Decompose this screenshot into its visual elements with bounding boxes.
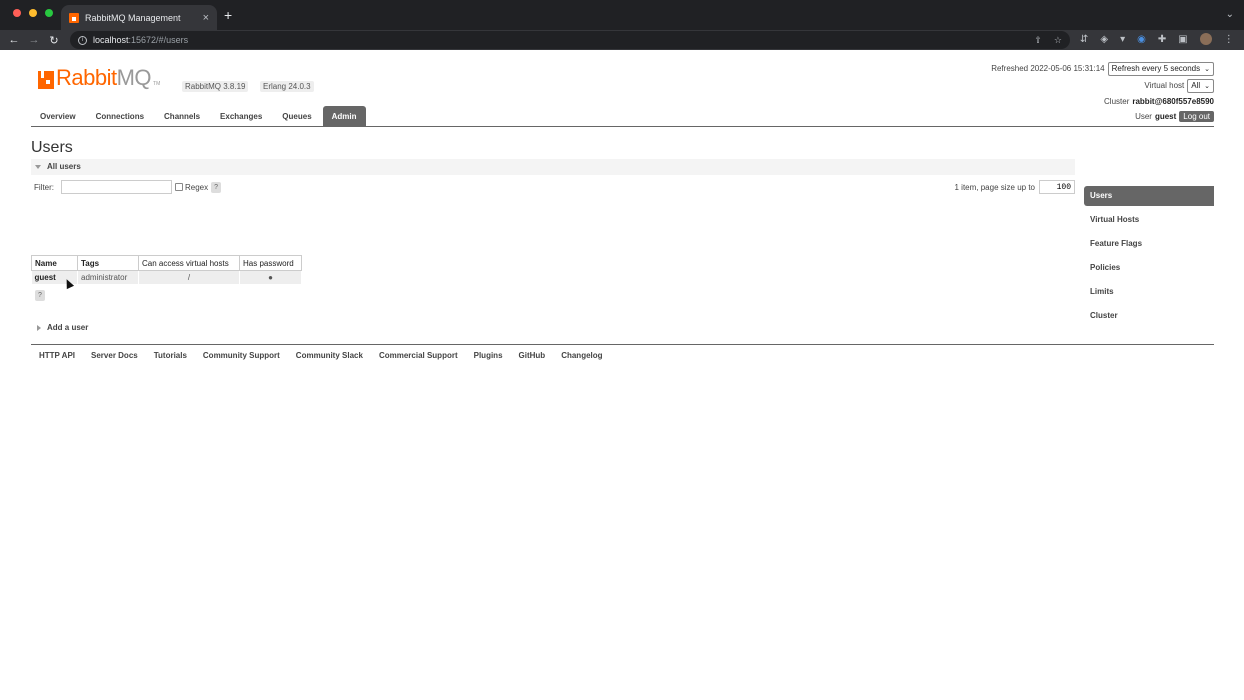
table-help-button[interactable]: ? — [35, 290, 45, 301]
section-title: All users — [47, 162, 81, 171]
forward-arrow-icon[interactable]: → — [24, 34, 44, 46]
add-user-section-toggle[interactable]: Add a user — [37, 323, 88, 332]
erlang-version-badge: Erlang 24.0.3 — [260, 81, 314, 92]
tab-connections[interactable]: Connections — [87, 106, 153, 127]
regex-label: Regex — [185, 182, 209, 192]
logo-mq-text: MQ — [116, 65, 152, 90]
footer-link-commercial-support[interactable]: Commercial Support — [379, 351, 458, 360]
triangle-down-icon — [35, 164, 41, 169]
shield-extension-icon[interactable]: ▾ — [1120, 34, 1125, 45]
translate-extension-icon[interactable]: ⇵ — [1080, 34, 1088, 45]
bookmark-star-icon[interactable]: ☆ — [1054, 35, 1062, 46]
minimize-window-button[interactable] — [29, 9, 37, 17]
tab-strip: RabbitMQ Management × + ⌄ — [0, 0, 1244, 30]
tab-search-chevron-icon[interactable]: ⌄ — [1226, 9, 1234, 20]
close-window-button[interactable] — [13, 9, 21, 17]
url-path: :15672/#/users — [128, 35, 189, 45]
maximize-window-button[interactable] — [45, 9, 53, 17]
footer-link-github[interactable]: GitHub — [519, 351, 546, 360]
tab-close-icon[interactable]: × — [203, 12, 209, 24]
share-icon[interactable]: ⇪ — [1034, 35, 1042, 46]
footer-link-http-api[interactable]: HTTP API — [39, 351, 75, 360]
rabbitmq-version-badge: RabbitMQ 3.8.19 — [182, 81, 249, 92]
user-has-password: ● — [239, 270, 302, 284]
footer-link-community-slack[interactable]: Community Slack — [296, 351, 363, 360]
filter-label: Filter: — [34, 182, 54, 192]
column-header-vhosts: Can access virtual hosts — [138, 255, 240, 271]
regex-help-button[interactable]: ? — [211, 181, 222, 193]
puzzle-extensions-icon[interactable]: ✚ — [1158, 34, 1166, 45]
omnibox-actions: ⇪ ☆ — [1034, 35, 1062, 46]
footer-link-server-docs[interactable]: Server Docs — [91, 351, 138, 360]
footer-link-plugins[interactable]: Plugins — [474, 351, 503, 360]
main-nav: Overview Connections Channels Exchanges … — [31, 106, 1214, 127]
users-table: Name Tags Can access virtual hosts Has p… — [31, 255, 302, 284]
tab-queues[interactable]: Queues — [273, 106, 320, 127]
diamond-extension-icon[interactable]: ◈ — [1100, 34, 1108, 45]
add-user-label: Add a user — [47, 323, 89, 332]
refreshed-label: Refreshed 2022-05-06 15:31:14 — [991, 64, 1105, 73]
blue-extension-icon[interactable]: ◉ — [1137, 34, 1146, 45]
page: RabbitMQ TM RabbitMQ 3.8.19 Erlang 24.0.… — [0, 50, 1244, 700]
tab-admin[interactable]: Admin — [322, 106, 366, 127]
url-host: localhost — [93, 35, 129, 45]
reload-icon[interactable]: ↻ — [44, 34, 64, 47]
address-bar[interactable]: i localhost:15672/#/users ⇪ ☆ — [70, 31, 1070, 49]
page-title: Users — [31, 139, 73, 156]
browser-chrome: RabbitMQ Management × + ⌄ ← → ↻ i localh… — [0, 0, 1244, 50]
filter-input[interactable] — [61, 180, 172, 194]
tab-exchanges[interactable]: Exchanges — [211, 106, 271, 127]
new-tab-button[interactable]: + — [224, 8, 232, 22]
sidebar-item-virtual-hosts[interactable]: Virtual Hosts — [1084, 210, 1214, 234]
column-header-has-password: Has password — [239, 255, 302, 271]
page-size-input[interactable] — [1039, 180, 1075, 194]
sidebar-item-cluster[interactable]: Cluster — [1084, 306, 1214, 330]
chevron-down-icon: ⌄ — [1204, 65, 1210, 73]
sidebar-item-limits[interactable]: Limits — [1084, 282, 1214, 306]
user-tags: administrator — [77, 270, 139, 284]
paging-control: 1 item, page size up to — [954, 180, 1075, 194]
window-controls — [13, 9, 53, 17]
footer-links: HTTP API Server Docs Tutorials Community… — [31, 344, 1214, 360]
refresh-interval-select[interactable]: Refresh every 5 seconds ⌄ — [1107, 61, 1214, 76]
sidebar-item-users[interactable]: Users — [1084, 186, 1214, 206]
admin-sidebar: Users Virtual Hosts Feature Flags Polici… — [1084, 186, 1214, 330]
tab-overview[interactable]: Overview — [31, 106, 85, 127]
browser-toolbar: ← → ↻ i localhost:15672/#/users ⇪ ☆ ⇵ ◈ … — [0, 30, 1244, 50]
cluster-label: Cluster — [1104, 97, 1130, 106]
browser-menu-icon[interactable]: ⋮ — [1224, 34, 1234, 45]
chevron-down-icon: ⌄ — [1204, 82, 1210, 90]
user-vhosts: / — [138, 270, 240, 284]
logo-trademark: TM — [153, 81, 161, 87]
sidepanel-icon[interactable]: ▣ — [1178, 34, 1187, 45]
footer-link-changelog[interactable]: Changelog — [561, 351, 602, 360]
column-header-name[interactable]: Name — [31, 255, 78, 271]
extension-icons: ⇵ ◈ ▾ ◉ ✚ ▣ ⋮ — [1080, 33, 1234, 45]
virtual-host-select[interactable]: All ⌄ — [1187, 78, 1214, 93]
sidebar-item-feature-flags[interactable]: Feature Flags — [1084, 234, 1214, 258]
profile-avatar[interactable] — [1199, 33, 1212, 45]
regex-checkbox[interactable] — [175, 183, 183, 191]
filter-bar: Filter: Regex ? — [34, 180, 222, 194]
footer-link-community-support[interactable]: Community Support — [203, 351, 280, 360]
table-header-row: Name Tags Can access virtual hosts Has p… — [31, 255, 302, 271]
browser-tab[interactable]: RabbitMQ Management × — [61, 5, 217, 30]
tab-channels[interactable]: Channels — [155, 106, 209, 127]
cluster-name: rabbit@680f557e8590 — [1132, 97, 1214, 106]
rabbitmq-logo-icon — [38, 71, 54, 89]
footer-link-tutorials[interactable]: Tutorials — [154, 351, 187, 360]
logo-rabbit-text: Rabbit — [56, 65, 117, 90]
triangle-right-icon — [37, 324, 41, 331]
back-arrow-icon[interactable]: ← — [4, 34, 24, 46]
tab-title: RabbitMQ Management — [85, 12, 181, 23]
paging-text: 1 item, page size up to — [954, 182, 1036, 192]
rabbitmq-logo[interactable]: RabbitMQ TM — [38, 67, 160, 89]
column-header-tags: Tags — [77, 255, 139, 271]
virtual-host-label: Virtual host — [1144, 81, 1185, 90]
rabbitmq-favicon-icon — [69, 12, 79, 23]
site-info-icon[interactable]: i — [78, 35, 87, 45]
all-users-section-toggle[interactable]: All users — [31, 159, 1075, 175]
sidebar-item-policies[interactable]: Policies — [1084, 258, 1214, 282]
